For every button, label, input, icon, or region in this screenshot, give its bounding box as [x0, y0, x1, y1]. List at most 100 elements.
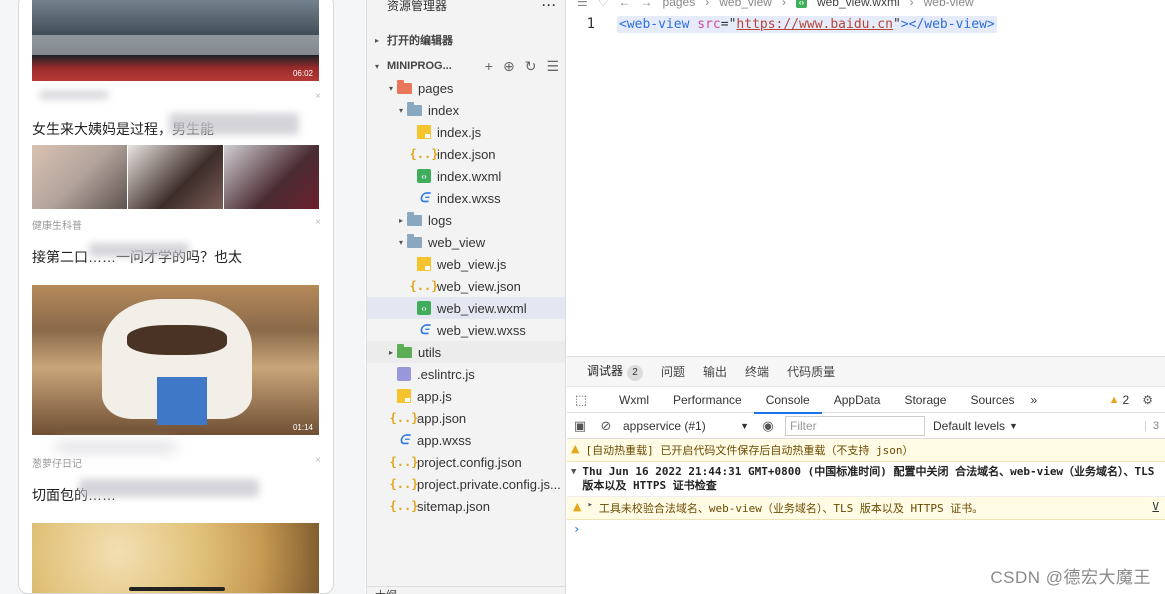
tree-item[interactable]: {..} index.json: [367, 143, 565, 165]
close-icon[interactable]: ×: [315, 455, 321, 466]
forward-icon[interactable]: →: [641, 0, 653, 9]
video-thumbnail[interactable]: 01:14: [32, 285, 319, 435]
tree-item[interactable]: ▸ utils: [367, 341, 565, 363]
back-icon[interactable]: ←: [619, 0, 631, 9]
log-levels-select[interactable]: Default levels ▼: [933, 419, 1018, 433]
tab-console[interactable]: Console: [753, 387, 822, 414]
chevron-right-icon: ▸: [388, 347, 393, 357]
tree-item[interactable]: ᕮ web_view.wxss: [367, 319, 565, 341]
refresh-icon[interactable]: ↻: [525, 58, 537, 75]
code-line[interactable]: 1 <web-view src="https://www.baidu.cn"><…: [567, 14, 1165, 34]
bookmark-icon[interactable]: ♡: [598, 0, 609, 9]
sidebar-toggle-icon[interactable]: ▣: [567, 413, 593, 439]
eslint-file-icon: [397, 367, 411, 381]
tree-item[interactable]: ▾ pages: [367, 77, 565, 99]
news-source: 葱萝仔日记: [32, 459, 82, 470]
tab-storage[interactable]: Storage: [892, 387, 958, 413]
context-select[interactable]: appservice (#1) ▼: [619, 416, 755, 436]
breadcrumb-item[interactable]: web_view: [719, 0, 772, 9]
tree-item-label: app.js: [417, 388, 452, 404]
tab-terminal[interactable]: 终端: [745, 363, 769, 380]
chevron-right-icon[interactable]: ▸: [587, 500, 592, 516]
tab-debugger[interactable]: 调试器 2: [587, 362, 644, 381]
tree-item[interactable]: index.js: [367, 121, 565, 143]
console-group[interactable]: ▼ Thu Jun 16 2022 21:44:31 GMT+0800 (中国标…: [567, 462, 1165, 497]
tree-item[interactable]: ▾ index: [367, 99, 565, 121]
inspect-element-icon[interactable]: ⬚: [567, 387, 595, 413]
food-thumbnail[interactable]: [32, 523, 319, 593]
wxss-file-icon: ᕮ: [419, 322, 429, 337]
chevron-right-icon: ▸: [375, 35, 380, 45]
folder-icon: [407, 211, 422, 226]
close-icon[interactable]: ×: [315, 217, 321, 228]
video-duration: 01:14: [292, 423, 313, 432]
tree-item[interactable]: {..} sitemap.json: [367, 495, 565, 517]
tab-sources[interactable]: Sources: [958, 387, 1026, 413]
settings-icon[interactable]: ⚙: [1142, 393, 1153, 407]
video-thumbnail[interactable]: 06:02: [32, 0, 319, 81]
more-actions-icon[interactable]: ···: [542, 0, 557, 12]
breadcrumb-item[interactable]: pages: [663, 0, 696, 9]
open-editors-section[interactable]: ▸ 打开的编辑器: [367, 29, 565, 51]
tree-item[interactable]: {..} app.json: [367, 407, 565, 429]
code-gt: >: [900, 16, 909, 32]
tree-item-label: web_view.wxss: [437, 322, 526, 338]
console-warning[interactable]: ▲ [自动热重载] 已开启代码文件保存后自动热重载（不支持 json）: [567, 439, 1165, 462]
breadcrumb-item[interactable]: web-view: [924, 0, 974, 9]
tree-item[interactable]: ‹› index.wxml: [367, 165, 565, 187]
tree-item[interactable]: ▸ logs: [367, 209, 565, 231]
issues-counter[interactable]: | 3: [1144, 413, 1159, 439]
source-link[interactable]: V: [1152, 500, 1159, 516]
breadcrumb: ☰ ♡ ← → pages › web_view › ‹› web_view.w…: [577, 0, 974, 10]
device-toolbar-icon[interactable]: [595, 387, 607, 413]
tab-wxml[interactable]: Wxml: [607, 387, 661, 413]
menu-icon[interactable]: ☰: [577, 0, 588, 9]
tree-item[interactable]: {..} project.config.json: [367, 451, 565, 473]
open-editors-label: 打开的编辑器: [387, 35, 453, 47]
tree-item[interactable]: ‹› web_view.wxml: [367, 297, 565, 319]
watermark: CSDN @德宏大魔王: [990, 568, 1151, 587]
console-prompt[interactable]: ›: [567, 520, 1165, 538]
tab-code-quality[interactable]: 代码质量: [787, 363, 835, 380]
project-section[interactable]: ▾ MINIPROG... + ⊕ ↻ ☰: [367, 55, 565, 77]
news-thumbnail-row[interactable]: [32, 145, 319, 209]
clear-console-icon[interactable]: ⊘: [593, 413, 619, 439]
chevron-down-icon: ▾: [398, 237, 403, 247]
code-editor[interactable]: ☰ ♡ ← → pages › web_view › ‹› web_view.w…: [567, 0, 1165, 356]
tree-item[interactable]: .eslintrc.js: [367, 363, 565, 385]
console-warning[interactable]: ▲ ▸ 工具未校验合法域名、web-view（业务域名）、TLS 版本以及 HT…: [567, 497, 1165, 520]
warning-counter[interactable]: ▲ 2 ⚙: [1109, 387, 1153, 413]
tab-performance[interactable]: Performance: [661, 387, 754, 413]
home-indicator: [129, 587, 225, 591]
filter-input[interactable]: [785, 415, 925, 436]
tree-item[interactable]: ᕮ index.wxss: [367, 187, 565, 209]
tree-item[interactable]: web_view.js: [367, 253, 565, 275]
breadcrumb-item[interactable]: web_view.wxml: [817, 0, 900, 9]
tree-item[interactable]: ▾ web_view: [367, 231, 565, 253]
tree-item[interactable]: ᕮ app.wxss: [367, 429, 565, 451]
eye-icon[interactable]: ◉: [755, 413, 781, 439]
wxss-file-icon: ᕮ: [419, 190, 429, 205]
chevron-down-icon[interactable]: ▼: [571, 465, 576, 493]
code-content[interactable]: <web-view src="https://www.baidu.cn"></w…: [617, 15, 997, 33]
code-url[interactable]: https://www.baidu.cn: [736, 17, 893, 32]
outline-section[interactable]: 大纲: [367, 586, 565, 594]
new-file-icon[interactable]: +: [485, 58, 493, 75]
more-tabs-icon[interactable]: »: [1027, 387, 1042, 413]
tree-item[interactable]: app.js: [367, 385, 565, 407]
new-folder-icon[interactable]: ⊕: [503, 58, 515, 75]
tree-item-label: logs: [428, 212, 452, 228]
warning-icon: ▲: [573, 500, 582, 513]
tree-item[interactable]: {..} project.private.config.js...: [367, 473, 565, 495]
close-icon[interactable]: ×: [315, 91, 321, 102]
tab-appdata[interactable]: AppData: [822, 387, 893, 413]
code-attr: src: [697, 16, 721, 32]
tab-output[interactable]: 输出: [703, 363, 727, 380]
collapse-all-icon[interactable]: ☰: [546, 58, 559, 75]
code-open-tag: <web-view: [619, 16, 690, 32]
tree-item[interactable]: {..} web_view.json: [367, 275, 565, 297]
folder-icon: [407, 101, 422, 116]
warning-icon: ▲: [1108, 394, 1120, 406]
tab-problems[interactable]: 问题: [661, 363, 685, 380]
tree-item-label: sitemap.json: [417, 498, 490, 514]
